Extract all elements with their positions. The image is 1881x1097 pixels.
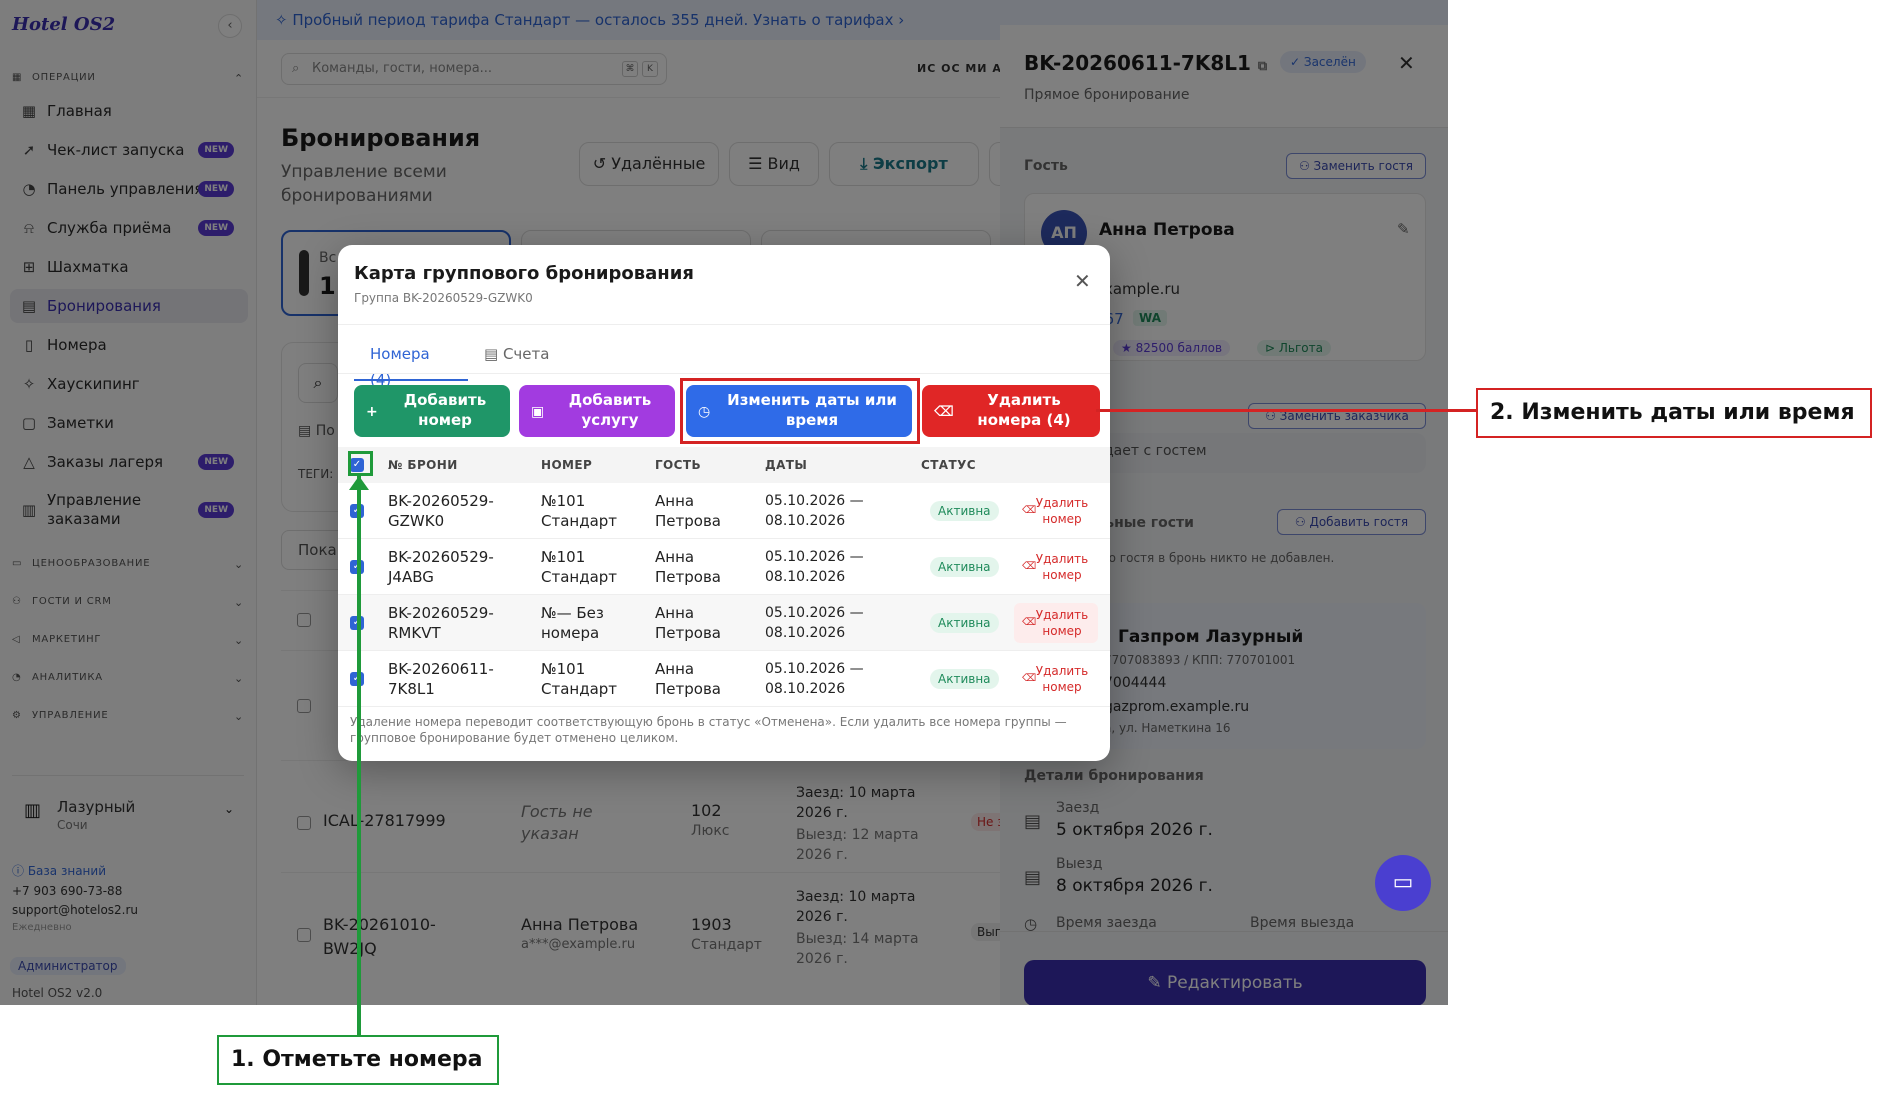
- trash-icon: ⌫: [1022, 505, 1037, 516]
- date-from: 05.10.2026 —: [765, 549, 864, 565]
- room-type: Стандарт: [541, 568, 618, 586]
- screenshot-stage: Hotel OS2 ‹ ▦ОПЕРАЦИИ⌃ ▦Главная ➚Чек-лис…: [0, 0, 1881, 1097]
- delete-room-button[interactable]: ⌫ Удалить номер: [1014, 547, 1098, 587]
- table-row[interactable]: ✓BK-20260529-J4ABG№101СтандартАннаПетров…: [338, 539, 1110, 595]
- status-badge: Активна: [930, 613, 999, 633]
- guest-last-name: Петрова: [655, 680, 721, 698]
- booking-id-suffix[interactable]: 7K8L1: [388, 679, 435, 699]
- chat-icon: ▭: [1392, 870, 1414, 895]
- room-type: Стандарт: [541, 680, 618, 698]
- booking-id-suffix[interactable]: J4ABG: [388, 567, 434, 587]
- modal-title: Карта группового бронирования: [354, 263, 694, 284]
- plus-icon: +: [366, 404, 378, 420]
- table-row[interactable]: ✓BK-20260529-GZWK0№101СтандартАннаПетров…: [338, 483, 1110, 539]
- divider: [338, 373, 1110, 374]
- annotation-connector-line: [1096, 409, 1476, 412]
- trash-icon: ⌫: [934, 404, 954, 420]
- annotation-highlight-button: [680, 378, 920, 444]
- booking-id[interactable]: BK-20260529-: [388, 603, 494, 623]
- status-badge: Активна: [930, 501, 999, 521]
- booking-id[interactable]: BK-20260611-: [388, 659, 494, 679]
- annotation-arrow-icon: [349, 476, 369, 490]
- delete-label-2: номер: [1042, 512, 1082, 526]
- delete-room-button[interactable]: ⌫ Удалить номер: [1014, 603, 1098, 643]
- date-to: 08.10.2026: [765, 513, 846, 529]
- guest-last-name: Петрова: [655, 624, 721, 642]
- document-icon: ▤: [484, 345, 503, 363]
- tab-label: Счета: [502, 345, 550, 363]
- button-label: Добавить номер: [403, 391, 487, 429]
- booking-id-suffix[interactable]: RMKVT: [388, 623, 441, 643]
- date-from: 05.10.2026 —: [765, 661, 864, 677]
- date-to: 08.10.2026: [765, 569, 846, 585]
- room-type: Стандарт: [541, 512, 618, 530]
- annotation-step2: 2. Изменить даты или время: [1476, 388, 1872, 438]
- column-header: ДАТЫ: [765, 458, 808, 472]
- booking-id[interactable]: BK-20260529-: [388, 547, 494, 567]
- date-to: 08.10.2026: [765, 681, 846, 697]
- guest-first-name: Анна: [655, 492, 695, 510]
- delete-label: Удалить: [1035, 664, 1089, 678]
- annotation-step1: 1. Отметьте номера: [217, 1035, 499, 1085]
- delete-label: Удалить: [1035, 552, 1089, 566]
- guest-first-name: Анна: [655, 604, 695, 622]
- delete-room-button[interactable]: ⌫ Удалить номер: [1014, 659, 1098, 699]
- date-to: 08.10.2026: [765, 625, 846, 641]
- tab-rooms[interactable]: Номера (4): [354, 341, 468, 389]
- delete-label-2: номер: [1042, 624, 1082, 638]
- booking-id[interactable]: BK-20260529-: [388, 491, 494, 511]
- trash-icon: ⌫: [1022, 617, 1037, 628]
- delete-label-2: номер: [1042, 680, 1082, 694]
- divider: [338, 324, 1110, 325]
- close-icon[interactable]: ✕: [1074, 269, 1091, 293]
- delete-label-2: номер: [1042, 568, 1082, 582]
- column-header: ГОСТЬ: [655, 458, 701, 472]
- room-number: №101: [541, 660, 586, 678]
- guest-first-name: Анна: [655, 548, 695, 566]
- annotation-highlight-checkbox: [348, 451, 373, 476]
- button-label: Добавить услугу: [568, 391, 652, 429]
- delete-label: Удалить: [1035, 608, 1089, 622]
- date-from: 05.10.2026 —: [765, 493, 864, 509]
- room-number: №— Без: [541, 604, 604, 622]
- rooms-table-header: ✓ № БРОНИ НОМЕР ГОСТЬ ДАТЫ СТАТУС: [338, 447, 1110, 483]
- modal-note: Удаление номера переводит соответствующу…: [350, 715, 1067, 745]
- column-header: № БРОНИ: [388, 458, 458, 472]
- add-service-button[interactable]: ▣ Добавить услугу: [519, 385, 675, 437]
- table-row[interactable]: ✓BK-20260529-RMKVT№— БезномераАннаПетров…: [338, 595, 1110, 651]
- guest-last-name: Петрова: [655, 568, 721, 586]
- receipt-icon: ▣: [531, 404, 545, 420]
- status-badge: Активна: [930, 669, 999, 689]
- tab-invoices[interactable]: ▤ Счета: [484, 341, 549, 381]
- delete-label: Удалить: [1035, 496, 1089, 510]
- date-from: 05.10.2026 —: [765, 605, 864, 621]
- modal-subtitle: Группа BK-20260529-GZWK0: [354, 291, 533, 305]
- delete-rooms-button[interactable]: ⌫ Удалить номера (4): [922, 385, 1100, 437]
- trash-icon: ⌫: [1022, 673, 1037, 684]
- table-row[interactable]: ✓BK-20260611-7K8L1№101СтандартАннаПетров…: [338, 651, 1110, 707]
- button-label: Удалить номера (4): [977, 391, 1071, 429]
- guest-first-name: Анна: [655, 660, 695, 678]
- column-header: СТАТУС: [921, 458, 976, 472]
- room-type: номера: [541, 624, 600, 642]
- app-window: Hotel OS2 ‹ ▦ОПЕРАЦИИ⌃ ▦Главная ➚Чек-лис…: [0, 0, 1448, 1005]
- group-booking-modal: Карта группового бронирования Группа BK-…: [338, 245, 1110, 761]
- status-badge: Активна: [930, 557, 999, 577]
- delete-room-button[interactable]: ⌫ Удалить номер: [1014, 491, 1098, 531]
- add-room-button[interactable]: + Добавить номер: [354, 385, 510, 437]
- room-number: №101: [541, 548, 586, 566]
- column-header: НОМЕР: [541, 458, 593, 472]
- annotation-connector-line: [357, 476, 361, 1036]
- booking-id-suffix[interactable]: GZWK0: [388, 511, 444, 531]
- trash-icon: ⌫: [1022, 561, 1037, 572]
- chat-button[interactable]: ▭: [1375, 855, 1431, 911]
- room-number: №101: [541, 492, 586, 510]
- guest-last-name: Петрова: [655, 512, 721, 530]
